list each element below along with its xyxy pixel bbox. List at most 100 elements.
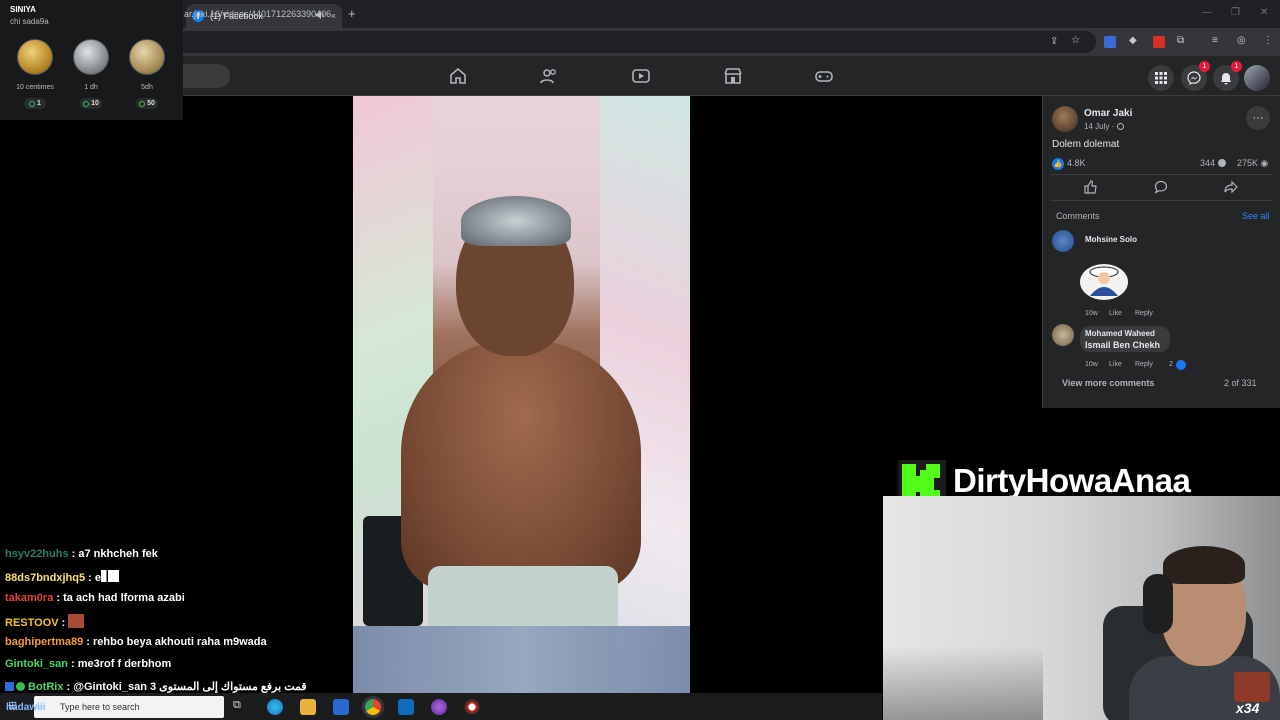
extensions-puzzle-icon[interactable]: ⧉ [1177,35,1184,46]
chat-username[interactable]: baghipertma89 [5,636,83,648]
gaming-icon[interactable] [815,68,833,84]
coin-points: 1 [37,100,41,107]
coin-points-badge[interactable]: 50 [136,98,158,109]
share-button-icon[interactable] [1224,180,1238,194]
commenter-avatar[interactable] [1052,324,1074,346]
window-close-icon[interactable]: ✕ [1260,7,1268,18]
comment-bubble-icon [1217,159,1226,167]
comment-author[interactable]: Mohamed Waheed [1085,329,1155,338]
chat-emote-icon [68,614,85,628]
see-all-link[interactable]: See all [1242,211,1270,221]
chat-text: : [58,617,69,629]
chat-emote-icon [100,570,119,582]
chat-text: : @Gintoki_san 3 قمت برفع مستواك إلى الم… [63,681,307,693]
install-app-icon[interactable]: ⇪ [1050,36,1058,47]
file-explorer-icon[interactable] [300,699,316,715]
coins-subtitle: chi sada9a [10,17,49,26]
globe-icon [1117,123,1125,130]
comment-button-icon[interactable] [1154,180,1168,194]
post-author[interactable]: Omar Jaki [1084,108,1132,119]
extension-red-icon[interactable] [1153,36,1165,48]
chat-username[interactable]: takam0ra [5,592,53,604]
edge-browser-icon[interactable] [267,699,283,715]
extension-diamond-icon[interactable]: ◆ [1129,35,1137,46]
coin-5-dh-image [129,39,165,75]
profile-avatar[interactable] [1244,65,1270,91]
chat-text: : rehbo beya akhouti raha m9wada [83,636,267,648]
comment-reaction-count[interactable]: 2 [1169,361,1173,368]
coin-points-badge[interactable]: 1 [24,98,46,109]
translate-extension-icon[interactable] [1104,36,1116,48]
app-icon[interactable] [431,699,447,715]
chat-message: hsyv22huhs : a7 nkhcheh fek [5,548,158,560]
comment-time: 10w [1085,361,1098,368]
watch-icon[interactable] [632,68,650,84]
like-button-icon[interactable] [1084,180,1098,194]
video-player[interactable] [353,96,690,693]
webcam-person-hair [1163,546,1245,584]
coin-points-badge[interactable]: 10 [80,98,102,109]
comment-text: Ismail Ben Chekh [1085,340,1161,350]
sub-multiplier: x34 [1236,700,1260,716]
comment-time: 10w [1085,310,1098,317]
reading-list-icon[interactable]: ≡ [1212,35,1218,46]
tab-close-icon[interactable]: × [331,11,336,21]
task-view-icon[interactable]: ⧉ [233,699,249,715]
store-icon[interactable] [333,699,349,715]
messenger-button[interactable]: 1 [1181,61,1210,91]
comment-count[interactable]: 344 [1200,158,1226,168]
post-text: Dolem dolemat [1052,139,1120,150]
bot-badge-icon [5,682,14,691]
coin-1-dh-image [73,39,109,75]
obs-icon[interactable] [464,699,480,715]
chat-text: : ta ach had lforma azabi [53,592,185,604]
comment-like-link[interactable]: Like [1109,361,1122,368]
chat-username[interactable]: Gintoki_san [5,658,68,670]
minimize-icon[interactable]: — [1202,7,1212,18]
divider [1050,174,1272,175]
notifications-button[interactable]: 1 [1213,61,1242,91]
comment-author[interactable]: Mohsine Solo [1085,235,1137,244]
home-icon[interactable] [449,68,467,84]
menu-grid-button[interactable] [1148,65,1174,91]
comment-reply-link[interactable]: Reply [1135,310,1153,317]
new-tab-button[interactable]: + [348,6,356,21]
start-windows-icon[interactable]: ⊞ [8,699,24,715]
chat-username[interactable]: RESTOOV [5,617,59,629]
view-more-comments-link[interactable]: View more comments [1062,378,1154,388]
verified-badge-icon [16,682,25,691]
coins-widget: SINIYA chi sada9a 10 centimes 1 dh 5dh 1… [0,0,183,120]
marketplace-icon[interactable] [724,68,742,84]
profile-icon[interactable]: ◎ [1237,35,1246,46]
view-count-text: 275K [1237,158,1259,168]
address-url[interactable]: ar.jaki.16/videos/4401712263390406 [184,9,331,19]
video-person-hair [461,196,571,246]
chrome-icon[interactable] [365,699,381,715]
post-more-button[interactable]: ··· [1246,106,1270,130]
browser-menu-icon[interactable]: ⋮ [1263,35,1273,46]
chat-username[interactable]: hsyv22huhs [5,548,69,560]
reaction-count[interactable]: 4.8K [1067,158,1086,168]
address-bar[interactable] [176,31,1096,53]
maximize-icon[interactable]: ❐ [1231,7,1240,18]
like-reaction-icon: 👍 [1052,158,1064,170]
author-avatar[interactable] [1052,106,1078,132]
chat-message: Gintoki_san : me3rof f derbhom [5,658,171,670]
bookmark-star-icon[interactable]: ☆ [1071,35,1080,46]
comment-reply-link[interactable]: Reply [1135,361,1153,368]
eye-icon: ◉ [1260,158,1269,168]
post-date[interactable]: 14 July · [1084,122,1125,131]
commenter-avatar[interactable] [1052,230,1074,252]
outlook-icon[interactable] [398,699,414,715]
facebook-header: 1 1 [0,56,1280,96]
streamer-webcam [883,496,1280,720]
comments-heading: Comments [1056,211,1100,221]
comment-like-link[interactable]: Like [1109,310,1122,317]
friends-icon[interactable] [540,68,558,84]
chat-username[interactable]: BotRix [28,681,63,693]
comments-pagination: 2 of 331 [1224,378,1257,388]
channel-points-icon [29,100,36,107]
taskbar-search-placeholder: Type here to search [60,702,140,712]
chat-message: RESTOOV : [5,614,85,629]
chat-username[interactable]: 88ds7bndxjhq5 [5,572,85,584]
